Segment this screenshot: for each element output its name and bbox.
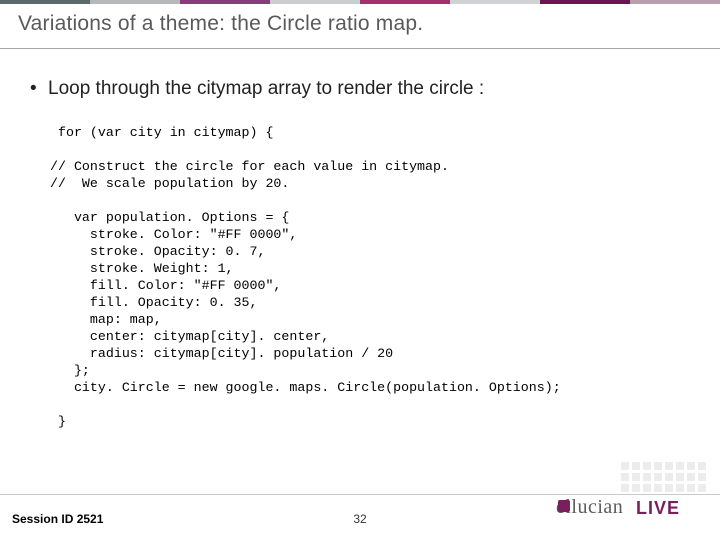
bullet-item: •Loop through the citymap array to rende… <box>30 78 700 100</box>
decorative-dots <box>621 462 706 492</box>
slide-title: Variations of a theme: the Circle ratio … <box>18 12 710 36</box>
bullet-text: Loop through the citymap array to render… <box>48 78 484 99</box>
slide-body: •Loop through the citymap array to rende… <box>30 78 700 430</box>
page-number: 32 <box>353 512 366 526</box>
footer: Session ID 2521 32 ellucian LIVE <box>0 494 720 540</box>
bullet-marker: • <box>30 78 48 100</box>
title-rule <box>0 48 720 49</box>
session-id: Session ID 2521 <box>12 512 103 526</box>
title-area: Variations of a theme: the Circle ratio … <box>18 12 710 36</box>
logo-suffix: LIVE <box>636 498 680 519</box>
slide: Variations of a theme: the Circle ratio … <box>0 0 720 540</box>
logo-dot-icon <box>558 500 570 512</box>
code-block: for (var city in citymap) { // Construct… <box>50 124 700 430</box>
accent-bar <box>0 0 720 4</box>
brand-logo: ellucian LIVE <box>556 498 706 532</box>
